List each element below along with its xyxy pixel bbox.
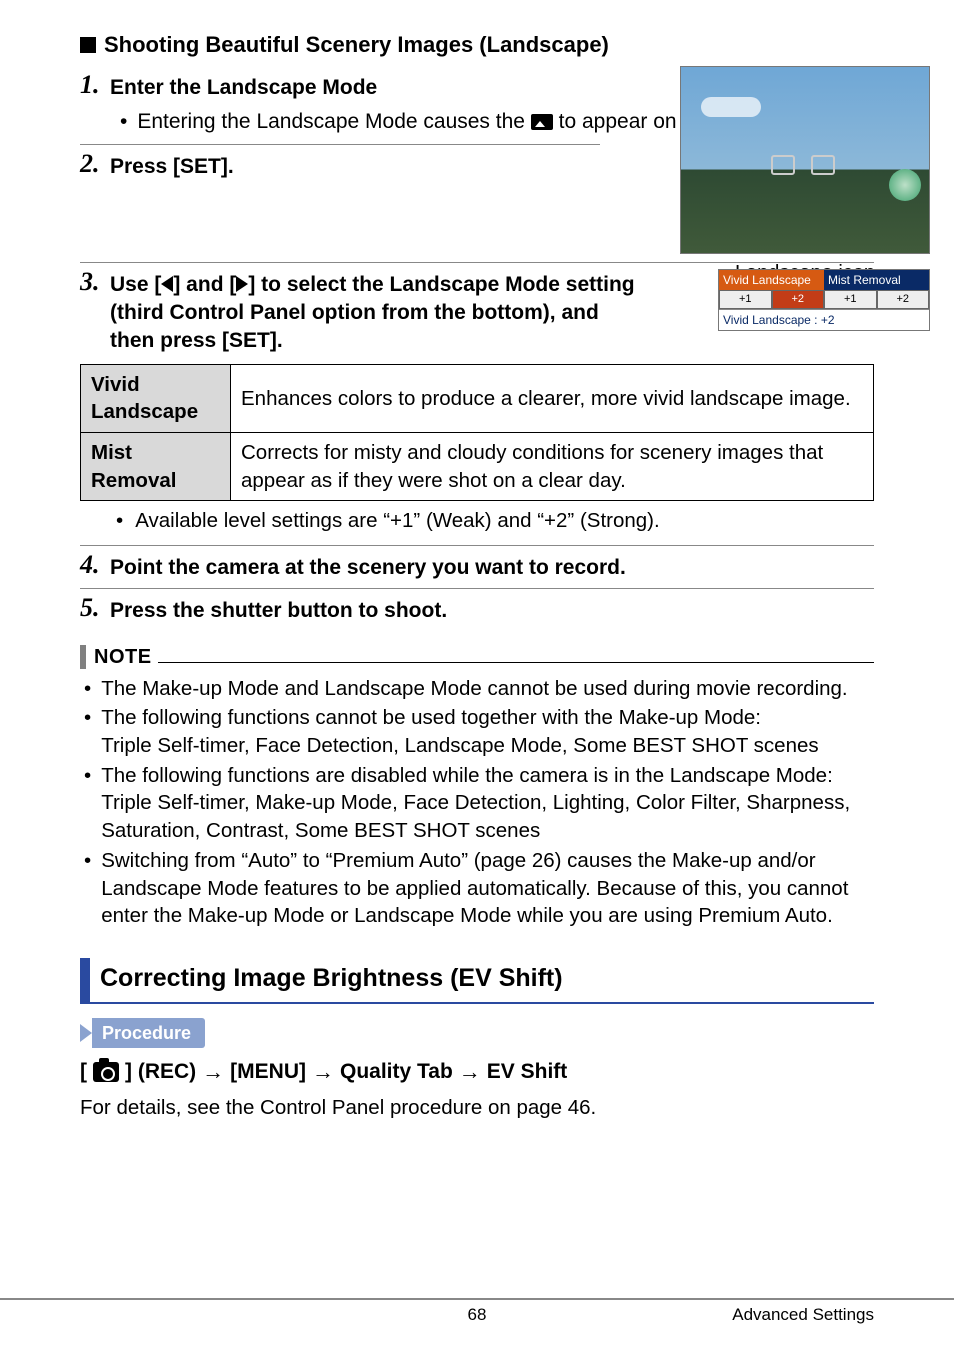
- note-list: •The Make-up Mode and Landscape Mode can…: [80, 675, 874, 930]
- divider: [80, 545, 874, 546]
- arrow-icon: →: [459, 1061, 481, 1083]
- mode-panel: Vivid Landscape Mist Removal +1 +2 +1 +2…: [718, 269, 930, 331]
- bullet-icon: •: [114, 108, 133, 136]
- cloud-icon: [701, 97, 761, 117]
- list-item: • The following functions cannot be used…: [80, 704, 874, 759]
- note-text: The following functions are disabled whi…: [101, 762, 874, 845]
- note-text: The Make-up Mode and Landscape Mode cann…: [101, 675, 847, 703]
- list-item: • The following functions are disabled w…: [80, 762, 874, 845]
- arrow-icon: →: [312, 1061, 334, 1083]
- mode-badge-icon: [889, 169, 921, 201]
- overlay-icon: [811, 155, 835, 175]
- mode-tab-vivid: Vivid Landscape: [719, 270, 824, 290]
- level-option-selected: +2: [772, 290, 825, 309]
- level-note: • Available level settings are “+1” (Wea…: [110, 507, 874, 535]
- step-title: Use [] and [] to select the Landscape Mo…: [110, 269, 640, 356]
- note-line-a: The following functions cannot be used t…: [101, 706, 761, 729]
- landscape-thumbnail: [680, 66, 930, 254]
- step-number: 3.: [80, 269, 110, 295]
- section-title: Shooting Beautiful Scenery Images (Lands…: [104, 30, 609, 60]
- section-heading: Shooting Beautiful Scenery Images (Lands…: [80, 30, 874, 60]
- note-text: The following functions cannot be used t…: [101, 704, 818, 759]
- subsection-heading: Correcting Image Brightness (EV Shift): [80, 958, 874, 1004]
- square-bullet-icon: [80, 37, 96, 53]
- note-line-b: Triple Self-timer, Make-up Mode, Face De…: [101, 791, 850, 842]
- caret-icon: [80, 1024, 92, 1042]
- proc-ev: EV Shift: [487, 1058, 568, 1086]
- right-triangle-icon: [236, 276, 248, 292]
- note-heading: NOTE: [80, 644, 874, 671]
- mode-tab-mist: Mist Removal: [824, 270, 929, 290]
- left-triangle-icon: [161, 276, 173, 292]
- intro-block: 1. Enter the Landscape Mode • Entering t…: [80, 72, 874, 182]
- heading-bar-icon: [80, 958, 90, 1002]
- step-title: Point the camera at the scenery you want…: [110, 552, 874, 582]
- table-row: Mist Removal Corrects for misty and clou…: [81, 433, 874, 501]
- landscape-thumbnail-block: Landscape icon: [680, 66, 930, 287]
- camera-rec-icon: [93, 1062, 119, 1082]
- procedure-description: For details, see the Control Panel proce…: [80, 1094, 874, 1122]
- bullet-icon: •: [80, 675, 95, 703]
- bullet-icon: •: [110, 507, 129, 535]
- level-option: +1: [719, 290, 772, 309]
- level-option: +1: [824, 290, 877, 309]
- bullet-icon: •: [80, 762, 95, 845]
- bullet-icon: •: [80, 704, 95, 759]
- note-bar-icon: [80, 645, 86, 669]
- landscape-scene-icon: [531, 114, 553, 130]
- proc-menu: [MENU]: [230, 1058, 306, 1086]
- step-number: 1.: [80, 72, 110, 98]
- row-desc: Enhances colors to produce a clearer, mo…: [231, 364, 874, 432]
- page-footer: 68 Advanced Settings: [0, 1298, 954, 1327]
- step-number: 4.: [80, 552, 110, 578]
- step-number: 2.: [80, 151, 110, 177]
- subsection-title: Correcting Image Brightness (EV Shift): [100, 958, 563, 1002]
- t-pre: Use [: [110, 273, 161, 296]
- bullet-pre: Entering the Landscape Mode causes the: [137, 110, 525, 133]
- note-rule: [158, 651, 874, 663]
- step-number: 5.: [80, 595, 110, 621]
- page-number: 68: [468, 1304, 487, 1327]
- procedure-label-row: Procedure: [80, 1018, 874, 1048]
- row-header: Vivid Landscape: [81, 364, 231, 432]
- arrow-icon: →: [202, 1061, 224, 1083]
- list-item: •Switching from “Auto” to “Premium Auto”…: [80, 847, 874, 930]
- proc-qtab: Quality Tab: [340, 1058, 453, 1086]
- mode-status: Vivid Landscape : +2: [719, 309, 929, 330]
- row-desc: Corrects for misty and cloudy conditions…: [231, 433, 874, 501]
- level-note-text: Available level settings are “+1” (Weak)…: [135, 507, 660, 535]
- bullet-icon: •: [80, 847, 95, 930]
- divider: [80, 588, 874, 589]
- procedure-path: [ ] (REC) → [MENU] → Quality Tab → EV Sh…: [80, 1058, 874, 1086]
- note-text: Switching from “Auto” to “Premium Auto” …: [101, 847, 874, 930]
- footer-section: Advanced Settings: [732, 1304, 874, 1327]
- step-4: 4. Point the camera at the scenery you w…: [80, 552, 874, 582]
- note-line-a: The following functions are disabled whi…: [101, 764, 833, 787]
- step-3-block: 3. Use [] and [] to select the Landscape…: [80, 269, 874, 356]
- step-5: 5. Press the shutter button to shoot.: [80, 595, 874, 625]
- note-line-b: Triple Self-timer, Face Detection, Lands…: [101, 734, 818, 757]
- note-label: NOTE: [94, 644, 152, 671]
- procedure-pill: Procedure: [92, 1018, 205, 1048]
- overlay-icon: [771, 155, 795, 175]
- step-3: 3. Use [] and [] to select the Landscape…: [80, 269, 640, 356]
- proc-rec: ] (REC): [125, 1058, 196, 1086]
- divider: [80, 144, 600, 145]
- options-table: Vivid Landscape Enhances colors to produ…: [80, 364, 874, 502]
- table-row: Vivid Landscape Enhances colors to produ…: [81, 364, 874, 432]
- bracket: [: [80, 1058, 87, 1086]
- t-mid: ] and [: [173, 273, 236, 296]
- list-item: •The Make-up Mode and Landscape Mode can…: [80, 675, 874, 703]
- row-header: Mist Removal: [81, 433, 231, 501]
- level-option: +2: [877, 290, 930, 309]
- step-title: Press the shutter button to shoot.: [110, 595, 874, 625]
